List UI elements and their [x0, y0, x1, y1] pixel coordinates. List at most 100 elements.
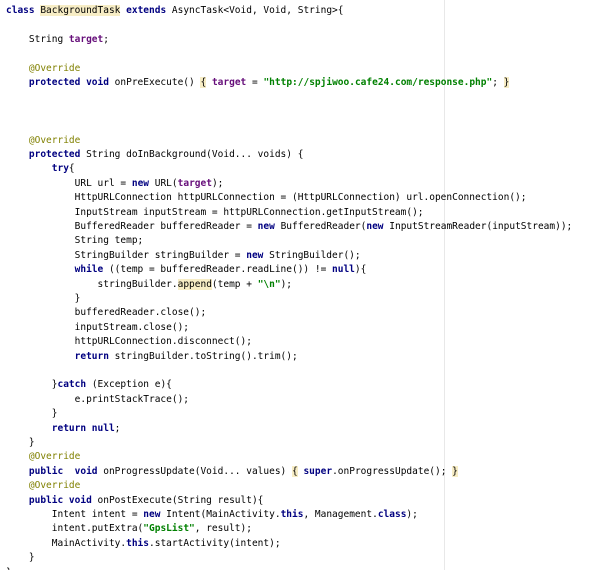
code-line[interactable]: protected String doInBackground(Void... … [6, 148, 304, 162]
code-token: "http://spjiwoo.cafe24.com/response.php" [263, 77, 493, 88]
code-token: onPostExecute(String result){ [97, 494, 264, 506]
code-token: onPreExecute() [114, 77, 201, 88]
code-line[interactable]: e.printStackTrace(); [6, 393, 189, 407]
code-line[interactable]: InputStream inputStream = httpURLConnect… [6, 206, 424, 220]
code-line[interactable]: } [6, 407, 58, 421]
code-token: new [143, 509, 167, 520]
code-token: this [280, 509, 304, 520]
code-token: bufferedReader.close(); [6, 307, 207, 319]
code-token: this [126, 537, 149, 549]
code-token: ); [280, 278, 293, 290]
code-token: target [68, 33, 104, 45]
code-token: e.printStackTrace(); [6, 393, 190, 405]
code-line[interactable]: StringBuilder stringBuilder = new String… [6, 249, 361, 263]
code-line[interactable]: HttpURLConnection httpURLConnection = (H… [6, 191, 527, 205]
code-line[interactable]: BufferedReader bufferedReader = new Buff… [6, 220, 573, 234]
code-line[interactable]: @Override [6, 479, 80, 493]
code-token: inputStream.close(); [6, 321, 190, 333]
code-token: (temp + [211, 278, 258, 290]
code-token: target [211, 77, 247, 88]
code-token: "\n" [257, 278, 281, 290]
code-token: StringBuilder stringBuilder = [6, 249, 247, 261]
code-token: = [246, 77, 264, 88]
code-token: HttpURLConnection httpURLConnection = (H… [6, 192, 527, 204]
code-token: ){ [354, 264, 367, 276]
code-token: InputStreamReader(inputStream)); [389, 221, 573, 232]
code-line[interactable]: stringBuilder.append(temp + "\n"); [6, 278, 292, 292]
code-line[interactable]: protected void onPreExecute() { target =… [6, 76, 510, 90]
code-token: ; [103, 33, 109, 45]
code-token: BackgroundTask [40, 5, 121, 16]
code-line[interactable]: @Override [6, 134, 80, 148]
code-token: @Override [6, 480, 81, 492]
code-token: String doInBackground(Void... voids) { [86, 149, 304, 160]
code-token: , Management. [303, 509, 378, 520]
code-token: } [503, 77, 510, 88]
code-token: @Override [6, 62, 81, 74]
code-line[interactable]: MainActivity.this.startActivity(intent); [6, 537, 281, 551]
code-token: new [131, 177, 155, 189]
code-token: "GpsList" [143, 523, 195, 535]
code-token: append [177, 278, 212, 290]
code-token: ); [406, 509, 418, 520]
code-line[interactable]: try{ [6, 162, 75, 176]
code-line[interactable]: public void onProgressUpdate(Void... val… [6, 465, 458, 479]
code-token: intent.putExtra( [6, 523, 144, 535]
code-line[interactable]: URL url = new URL(target); [6, 177, 224, 191]
code-token: { [68, 163, 75, 175]
code-token: while [6, 264, 109, 276]
code-line[interactable]: public void onPostExecute(String result)… [6, 494, 264, 508]
code-token: protected void [6, 77, 115, 88]
code-token: @Override [6, 134, 81, 146]
code-token: AsyncTask<Void, Void, String>{ [171, 5, 344, 16]
code-token: Intent intent = [6, 509, 144, 520]
code-line[interactable]: } [6, 551, 35, 565]
code-token: onProgressUpdate(Void... values) [103, 465, 292, 477]
code-token: Intent(MainActivity. [166, 509, 281, 520]
code-token: .startActivity(intent); [149, 537, 281, 549]
code-token: extends [120, 5, 172, 16]
code-line[interactable]: httpURLConnection.disconnect(); [6, 335, 252, 349]
code-line[interactable]: return null; [6, 422, 121, 436]
code-token: } [6, 437, 35, 448]
code-line[interactable]: }catch (Exception e){ [6, 378, 172, 392]
code-line[interactable]: String temp; [6, 234, 144, 248]
code-token: protected [6, 149, 87, 160]
code-token: class [6, 5, 41, 16]
code-token: stringBuilder.toString().trim(); [114, 350, 298, 362]
code-line[interactable]: String target; [6, 33, 109, 47]
code-line[interactable]: intent.putExtra("GpsList", result); [6, 522, 252, 536]
code-line[interactable]: while ((temp = bufferedReader.readLine()… [6, 263, 367, 277]
code-token: String temp; [6, 235, 144, 247]
code-line[interactable]: inputStream.close(); [6, 321, 189, 335]
code-token: } [6, 408, 58, 420]
code-token: } [6, 552, 35, 564]
code-line[interactable]: bufferedReader.close(); [6, 306, 207, 320]
code-line[interactable]: Intent intent = new Intent(MainActivity.… [6, 508, 418, 522]
code-line[interactable]: } [6, 292, 81, 306]
code-token: StringBuilder(); [269, 249, 361, 261]
code-token: catch [57, 379, 92, 391]
code-token: target [177, 177, 212, 189]
code-line[interactable]: @Override [6, 62, 80, 76]
code-token: BufferedReader( [280, 221, 367, 232]
code-token: URL url = [6, 177, 132, 189]
code-line[interactable]: } [6, 566, 12, 570]
code-token: (Exception e){ [91, 379, 172, 391]
code-token: stringBuilder. [6, 278, 178, 290]
code-editor[interactable]: class BackgroundTask extends AsyncTask<V… [0, 0, 600, 570]
code-token: ((temp = bufferedReader.readLine()) != [108, 264, 333, 276]
code-token: InputStream inputStream = httpURLConnect… [6, 206, 424, 218]
code-token: } [6, 293, 81, 304]
code-line[interactable]: class BackgroundTask extends AsyncTask<V… [6, 4, 343, 18]
code-token: ; [492, 77, 504, 88]
code-token: class [377, 509, 407, 520]
code-token: String [6, 33, 69, 45]
code-token: null [332, 264, 355, 276]
code-line[interactable]: return stringBuilder.toString().trim(); [6, 350, 298, 364]
code-token: } [6, 379, 58, 391]
code-line[interactable]: } [6, 436, 35, 450]
code-token: , result); [194, 523, 252, 535]
code-line[interactable]: @Override [6, 450, 80, 464]
code-token: } [6, 567, 12, 570]
